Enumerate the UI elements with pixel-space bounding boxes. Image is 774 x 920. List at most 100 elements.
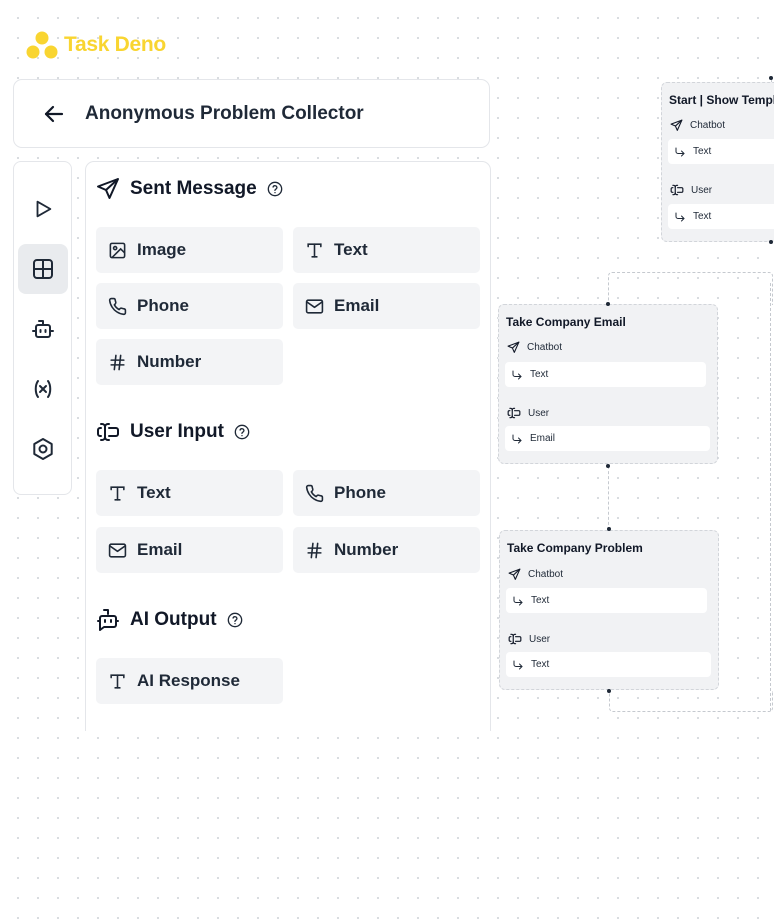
- node-handle[interactable]: [606, 464, 610, 468]
- role-label: User: [529, 633, 551, 645]
- send-icon: [508, 568, 521, 581]
- corner-down-right-icon: [511, 369, 523, 381]
- node-title: Take Company Email: [506, 315, 626, 329]
- role-label: Chatbot: [527, 342, 563, 353]
- tile-label: Image: [137, 240, 187, 259]
- send-icon: [507, 341, 520, 354]
- chatbot-role: Chatbot: [507, 341, 562, 354]
- user-role: User: [670, 183, 712, 197]
- field-value: Text: [531, 595, 550, 606]
- send-icon: [96, 177, 120, 201]
- user-field[interactable]: Text: [668, 204, 774, 229]
- settings-button[interactable]: [18, 424, 68, 474]
- flow-node-company-email[interactable]: Take Company Email Chatbot Text User Ema…: [498, 304, 718, 464]
- edge-problem-out: [609, 691, 773, 712]
- flow-header: Anonymous Problem Collector: [13, 79, 490, 148]
- chatbot-role: Chatbot: [508, 568, 563, 581]
- corner-down-right-icon: [512, 595, 524, 607]
- hash-icon: [107, 352, 127, 372]
- send-icon: [670, 119, 683, 132]
- chatbot-field[interactable]: Text: [505, 362, 706, 387]
- tile-label: Number: [137, 352, 202, 371]
- edge-start-to-email: [608, 272, 773, 305]
- user-field[interactable]: Email: [505, 426, 710, 451]
- variable-icon: [31, 377, 55, 401]
- section-label: AI Output: [130, 609, 217, 630]
- add-phone-input[interactable]: Phone: [293, 470, 480, 516]
- run-button[interactable]: [18, 184, 68, 234]
- tile-label: Phone: [137, 296, 189, 315]
- field-value: Text: [530, 369, 549, 380]
- field-value: Text: [693, 211, 712, 222]
- field-value: Text: [531, 659, 550, 670]
- node-handle[interactable]: [769, 240, 773, 244]
- section-sent-message: Sent Message: [96, 174, 283, 204]
- phone-icon: [304, 483, 324, 503]
- field-value: Text: [693, 146, 712, 157]
- arrow-left-icon: [42, 102, 66, 126]
- section-ai-output: AI Output: [96, 605, 243, 635]
- add-text-input[interactable]: Text: [96, 470, 283, 516]
- help-circle-icon[interactable]: [227, 612, 243, 628]
- edge-right-rail: [770, 283, 771, 711]
- logo-icon: [26, 30, 58, 60]
- hash-icon: [304, 540, 324, 560]
- chatbot-field[interactable]: Text: [506, 588, 707, 613]
- tile-label: Email: [137, 540, 183, 559]
- user-role: User: [507, 406, 549, 420]
- text-cursor-input-icon: [670, 183, 684, 197]
- role-label: User: [528, 407, 550, 419]
- user-role: User: [508, 632, 550, 646]
- role-label: Chatbot: [528, 569, 564, 580]
- role-label: User: [691, 184, 713, 196]
- components-button[interactable]: [18, 244, 68, 294]
- add-image-message[interactable]: Image: [96, 227, 283, 273]
- text-icon: [107, 671, 127, 691]
- mail-icon: [304, 296, 324, 316]
- phone-icon: [107, 296, 127, 316]
- section-label: User Input: [130, 421, 224, 442]
- image-icon: [107, 240, 127, 260]
- add-text-message[interactable]: Text: [293, 227, 480, 273]
- back-button[interactable]: [34, 94, 74, 134]
- app-name: Task Deno: [64, 33, 166, 56]
- add-number-message[interactable]: Number: [96, 339, 283, 385]
- text-icon: [107, 483, 127, 503]
- node-handle[interactable]: [607, 689, 611, 693]
- add-ai-response[interactable]: AI Response: [96, 658, 283, 704]
- chatbot-field[interactable]: Text: [668, 139, 774, 164]
- add-phone-message[interactable]: Phone: [96, 283, 283, 329]
- role-label: Chatbot: [690, 120, 726, 131]
- node-title: Take Company Problem: [507, 541, 643, 555]
- field-value: Email: [530, 433, 556, 444]
- text-cursor-input-icon: [96, 420, 120, 444]
- add-number-input[interactable]: Number: [293, 527, 480, 573]
- app-logo: Task Deno: [26, 28, 166, 62]
- node-handle[interactable]: [769, 76, 773, 80]
- bot-settings-button[interactable]: [18, 304, 68, 354]
- edge-email-to-problem: [608, 466, 609, 530]
- flow-node-start[interactable]: Start | Show Templat Chatbot Text User T…: [661, 82, 774, 242]
- corner-down-right-icon: [512, 659, 524, 671]
- section-label: Sent Message: [130, 178, 257, 199]
- node-handle[interactable]: [607, 527, 611, 531]
- variables-button[interactable]: [18, 364, 68, 414]
- tile-label: Number: [334, 540, 399, 559]
- flow-node-company-problem[interactable]: Take Company Problem Chatbot Text User T…: [499, 530, 719, 690]
- corner-down-right-icon: [511, 433, 523, 445]
- bot-icon: [31, 317, 55, 341]
- add-email-message[interactable]: Email: [293, 283, 480, 329]
- corner-down-right-icon: [674, 211, 686, 223]
- add-email-input[interactable]: Email: [96, 527, 283, 573]
- help-circle-icon[interactable]: [267, 181, 283, 197]
- help-circle-icon[interactable]: [234, 424, 250, 440]
- text-cursor-input-icon: [508, 632, 522, 646]
- tool-rail: [13, 161, 72, 495]
- text-icon: [304, 240, 324, 260]
- user-field[interactable]: Text: [506, 652, 711, 677]
- tile-label: Text: [137, 483, 171, 502]
- node-handle[interactable]: [606, 302, 610, 306]
- section-user-input: User Input: [96, 417, 250, 447]
- play-icon: [32, 198, 54, 220]
- grid-icon: [31, 257, 55, 281]
